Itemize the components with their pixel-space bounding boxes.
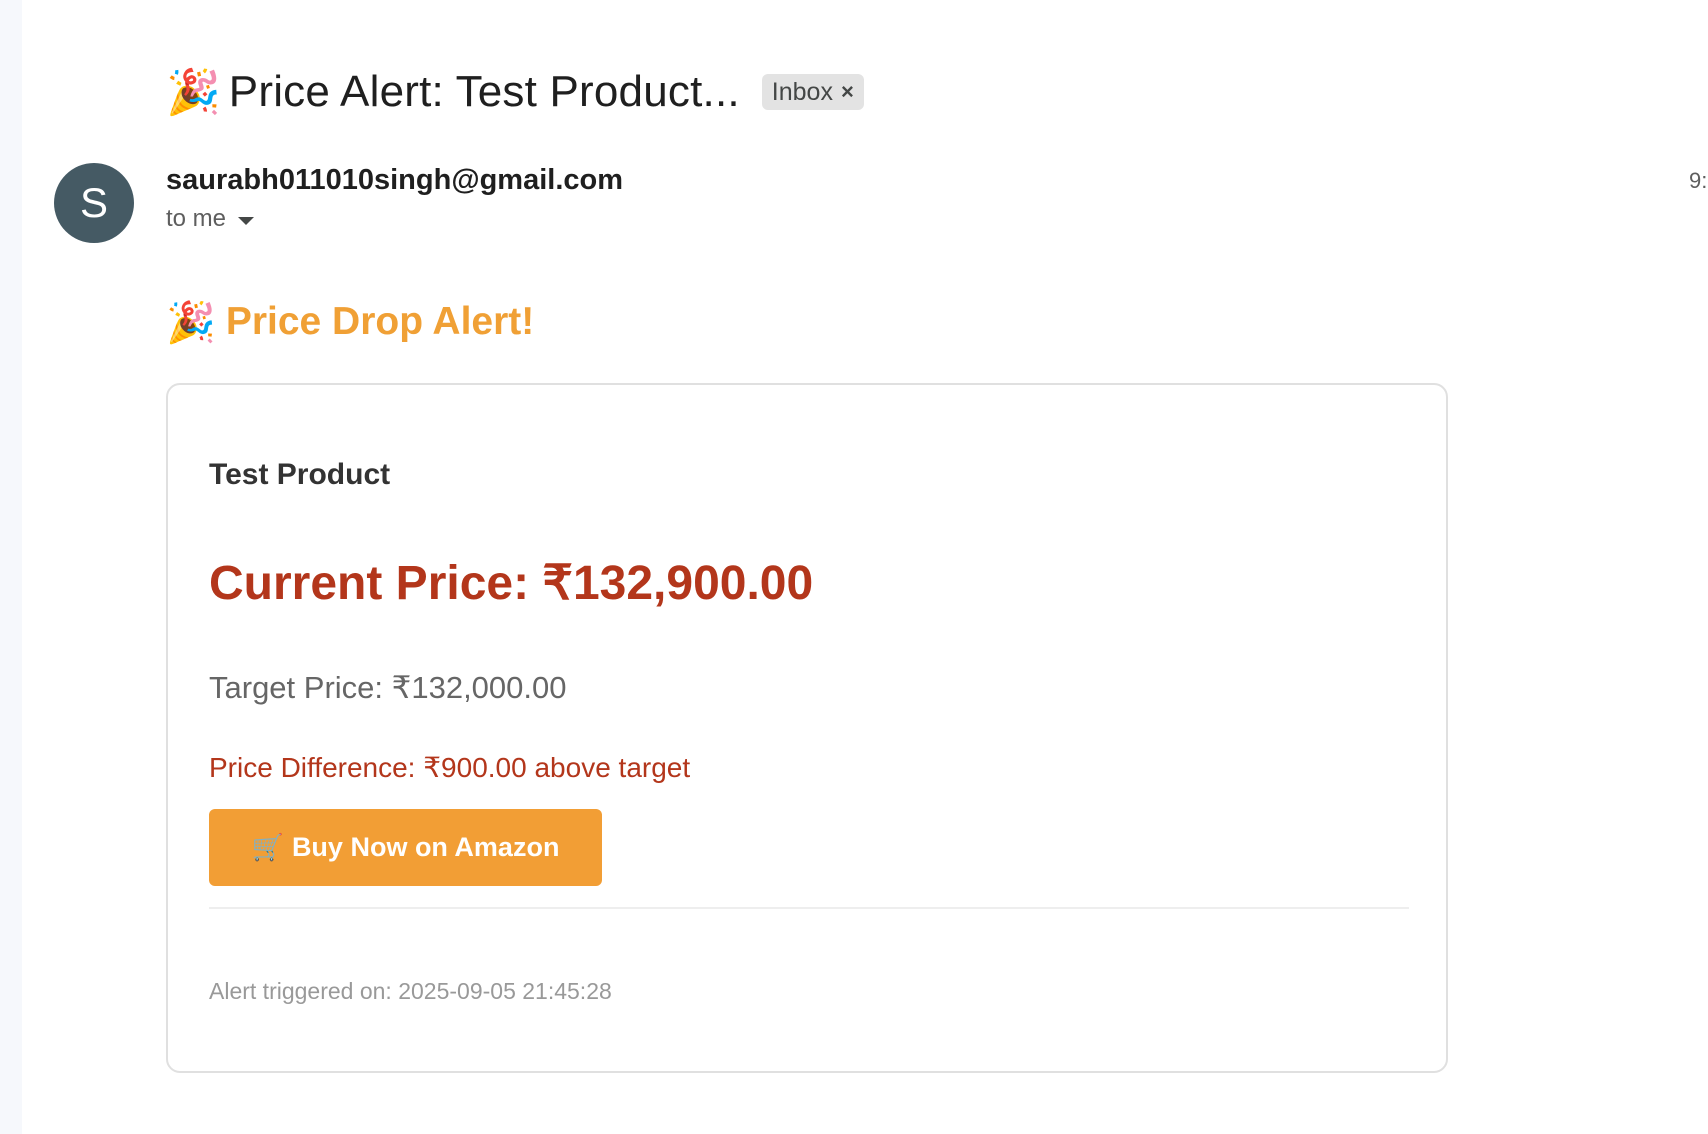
caret-down-icon[interactable]	[238, 217, 255, 225]
email-time: 9:	[1689, 168, 1708, 193]
email-subject-row: 🎉 Price Alert: Test Product... Inbox ×	[166, 62, 864, 122]
party-popper-icon: 🎉	[166, 67, 221, 118]
alert-title: Price Drop Alert!	[225, 300, 535, 343]
divider	[209, 907, 1409, 909]
close-icon[interactable]: ×	[841, 79, 854, 105]
inbox-label-chip[interactable]: Inbox ×	[761, 74, 864, 110]
avatar-letter: S	[79, 179, 108, 226]
target-price: Target Price: ₹132,000.00	[209, 670, 567, 705]
sender-email[interactable]: saurabh011010singh@gmail.com	[166, 164, 623, 197]
avatar[interactable]: S	[54, 163, 134, 243]
product-name: Test Product	[209, 458, 391, 491]
price-alert-card: Test Product Current Price: ₹132,900.00 …	[166, 383, 1448, 1073]
buy-now-button[interactable]: 🛒 Buy Now on Amazon	[209, 809, 602, 886]
buy-now-label: Buy Now on Amazon	[291, 832, 560, 862]
price-difference: Price Difference: ₹900.00 above target	[209, 752, 691, 783]
inbox-label-text: Inbox	[771, 77, 833, 106]
alert-timestamp: Alert triggered on: 2025-09-05 21:45:28	[209, 978, 612, 1004]
current-price: Current Price: ₹132,900.00	[209, 557, 814, 610]
recipient-details-toggle[interactable]: to me	[166, 205, 255, 233]
recipient-label: to me	[166, 205, 227, 232]
party-popper-icon: 🎉	[166, 299, 216, 346]
shopping-cart-icon: 🛒	[251, 832, 284, 863]
alert-heading: 🎉 Price Drop Alert!	[166, 294, 534, 350]
left-nav-strip	[0, 0, 22, 1134]
email-subject: Price Alert: Test Product...	[228, 67, 740, 116]
